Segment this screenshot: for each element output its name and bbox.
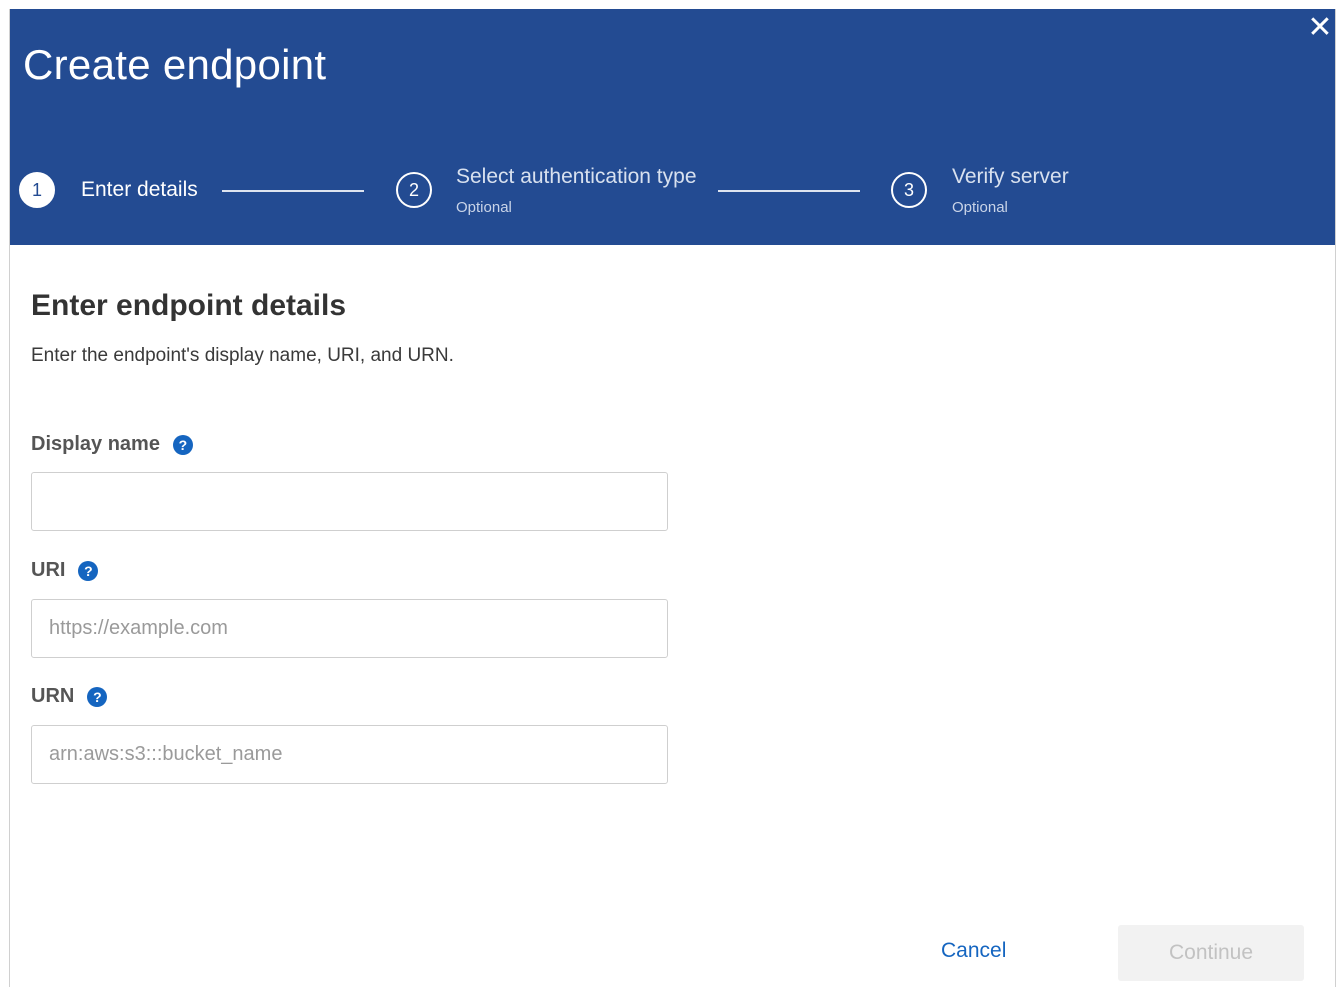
step-2-label: Select authentication type xyxy=(456,165,697,188)
step-3-number: 3 xyxy=(891,172,927,208)
cancel-button[interactable]: Cancel xyxy=(941,939,1006,963)
section-description: Enter the endpoint's display name, URI, … xyxy=(31,345,454,366)
stepper: 1 Enter details 2 Select authentication … xyxy=(19,165,1219,229)
step-2-number: 2 xyxy=(396,172,432,208)
uri-label-text: URI xyxy=(31,559,66,581)
urn-label-text: URN xyxy=(31,685,75,707)
question-circle-icon[interactable]: ? xyxy=(78,560,99,581)
create-endpoint-dialog: Create endpoint ✕ 1 Enter details 2 Sele… xyxy=(9,9,1336,987)
display-name-label: Display name ? xyxy=(31,433,193,456)
urn-label: URN ? xyxy=(31,685,108,708)
uri-label: URI ? xyxy=(31,559,99,582)
step-1-label: Enter details xyxy=(81,178,198,201)
step-3-sublabel: Optional xyxy=(952,199,1008,216)
display-name-label-text: Display name xyxy=(31,433,160,455)
display-name-input[interactable] xyxy=(31,472,668,531)
uri-input[interactable] xyxy=(31,599,668,658)
step-connector-1 xyxy=(222,190,364,192)
section-title: Enter endpoint details xyxy=(31,289,347,322)
close-icon[interactable]: ✕ xyxy=(1305,11,1335,45)
step-1-number: 1 xyxy=(19,172,55,208)
urn-input[interactable] xyxy=(31,725,668,784)
step-3-label: Verify server xyxy=(952,165,1069,188)
question-circle-icon[interactable]: ? xyxy=(172,434,193,455)
question-circle-icon[interactable]: ? xyxy=(87,686,108,707)
step-connector-2 xyxy=(718,190,860,192)
continue-button[interactable]: Continue xyxy=(1118,925,1304,981)
dialog-title: Create endpoint xyxy=(23,41,327,88)
step-2-sublabel: Optional xyxy=(456,199,512,216)
dialog-header: Create endpoint ✕ 1 Enter details 2 Sele… xyxy=(10,9,1335,245)
